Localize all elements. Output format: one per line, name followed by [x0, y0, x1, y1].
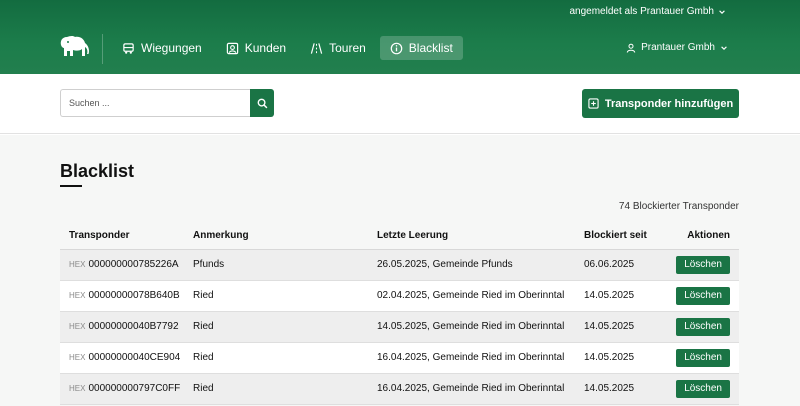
blocked-count: 74 Blockierter Transponder: [618, 201, 739, 212]
account-switcher[interactable]: angemeldet als Prantauer Gmbh: [569, 6, 726, 17]
delete-button[interactable]: Löschen: [676, 348, 730, 367]
last-emptying-cell: 14.05.2025, Gemeinde Ried im Oberinntal: [368, 311, 575, 343]
actions-cell: Löschen: [665, 249, 739, 281]
table-row: HEX 000000000797C0FF Ried 16.04.2025, Gem…: [60, 373, 739, 405]
transponder-id: 000000000797C0FF: [88, 383, 181, 394]
nav-label: Wiegungen: [141, 41, 202, 55]
toolbar: Transponder hinzufügen: [0, 74, 800, 134]
blocked-since-cell: 06.06.2025: [575, 249, 665, 281]
blacklist-table: Transponder Anmerkung Letzte Leerung Blo…: [60, 222, 739, 405]
user-menu[interactable]: Prantauer Gmbh: [626, 42, 728, 53]
search-bar: [60, 89, 274, 117]
actions-cell: Löschen: [665, 280, 739, 312]
nav-label: Kunden: [244, 41, 287, 55]
hex-prefix: HEX: [69, 260, 86, 269]
note-cell: Pfunds: [184, 249, 368, 281]
transponder-cell: HEX 000000000785226A: [60, 249, 184, 281]
last-emptying-cell: 16.04.2025, Gemeinde Ried im Oberinntal: [368, 342, 575, 374]
transponder-cell: HEX 00000000040CE904: [60, 342, 184, 374]
delete-button[interactable]: Löschen: [676, 255, 730, 274]
table-row: HEX 00000000078B640B Ried 02.04.2025, Gem…: [60, 280, 739, 312]
chevron-down-icon: [719, 9, 725, 14]
nav-item-wiegungen[interactable]: Wiegungen: [112, 36, 212, 60]
actions-cell: Löschen: [665, 311, 739, 343]
blocked-since-cell: 14.05.2025: [575, 280, 665, 312]
logged-in-label: angemeldet als Prantauer Gmbh: [569, 6, 714, 17]
column-header-transponder[interactable]: Transponder: [60, 222, 184, 250]
transponder-id: 00000000040CE904: [88, 352, 181, 363]
add-transponder-label: Transponder hinzufügen: [604, 97, 734, 110]
table-row: HEX 00000000040CE904 Ried 16.04.2025, Gem…: [60, 342, 739, 374]
blocked-since-cell: 14.05.2025: [575, 373, 665, 405]
person-card-icon: [226, 42, 238, 54]
last-emptying-cell: 02.04.2025, Gemeinde Ried im Oberinntal: [368, 280, 575, 312]
truck-icon: [123, 42, 134, 54]
add-transponder-button[interactable]: Transponder hinzufügen: [582, 89, 739, 118]
hex-prefix: HEX: [69, 353, 86, 362]
note-cell: Ried: [184, 373, 368, 405]
nav-item-touren[interactable]: Touren: [300, 36, 376, 60]
hex-prefix: HEX: [69, 291, 86, 300]
nav-label: Touren: [329, 41, 366, 55]
nav-item-kunden[interactable]: Kunden: [216, 36, 296, 60]
plus-square-icon: [588, 98, 599, 109]
transponder-id: 00000000040B7792: [88, 321, 179, 332]
actions-cell: Löschen: [665, 342, 739, 374]
column-header-anmerkung[interactable]: Anmerkung: [184, 222, 368, 250]
delete-button[interactable]: Löschen: [676, 317, 730, 336]
column-header-aktionen: Aktionen: [665, 222, 739, 250]
actions-cell: Löschen: [665, 373, 739, 405]
search-icon: [257, 98, 267, 108]
transponder-cell: HEX 00000000078B640B: [60, 280, 184, 312]
last-emptying-cell: 16.04.2025, Gemeinde Ried im Oberinntal: [368, 373, 575, 405]
title-underline: [60, 185, 82, 187]
elephant-logo-icon[interactable]: [58, 34, 90, 60]
column-header-blockiert-seit[interactable]: Blockiert seit: [575, 222, 665, 250]
user-icon: [626, 43, 636, 53]
note-cell: Ried: [184, 280, 368, 312]
last-emptying-cell: 26.05.2025, Gemeinde Pfunds: [368, 249, 575, 281]
user-name: Prantauer Gmbh: [641, 42, 715, 53]
column-header-letzte-leerung[interactable]: Letzte Leerung: [368, 222, 575, 250]
road-icon: [310, 42, 323, 54]
transponder-id: 00000000078B640B: [88, 290, 180, 301]
main-nav: Wiegungen Kunden Touren Blacklist: [112, 36, 463, 60]
chevron-down-icon: [721, 45, 727, 50]
nav-item-blacklist[interactable]: Blacklist: [379, 36, 463, 60]
search-button[interactable]: [250, 89, 274, 117]
delete-button[interactable]: Löschen: [676, 379, 730, 398]
nav-label: Blacklist: [408, 41, 453, 55]
note-cell: Ried: [184, 342, 368, 374]
transponder-cell: HEX 00000000040B7792: [60, 311, 184, 343]
delete-button[interactable]: Löschen: [676, 286, 730, 305]
table-row: HEX 000000000785226A Pfunds 26.05.2025, G…: [60, 249, 739, 281]
info-circle-icon: [390, 42, 403, 54]
table-row: HEX 00000000040B7792 Ried 14.05.2025, Gem…: [60, 311, 739, 343]
main-content: Blacklist 74 Blockierter Transponder Tra…: [0, 135, 800, 406]
search-input[interactable]: [60, 89, 250, 117]
table-header-row: Transponder Anmerkung Letzte Leerung Blo…: [60, 222, 739, 250]
hex-prefix: HEX: [69, 384, 86, 393]
blocked-since-cell: 14.05.2025: [575, 311, 665, 343]
header-divider: [102, 34, 103, 64]
app-header: angemeldet als Prantauer Gmbh Wiegungen …: [0, 0, 800, 74]
blocked-since-cell: 14.05.2025: [575, 342, 665, 374]
hex-prefix: HEX: [69, 322, 86, 331]
transponder-cell: HEX 000000000797C0FF: [60, 373, 184, 405]
transponder-id: 000000000785226A: [88, 259, 179, 270]
page-title: Blacklist: [60, 161, 135, 181]
note-cell: Ried: [184, 311, 368, 343]
